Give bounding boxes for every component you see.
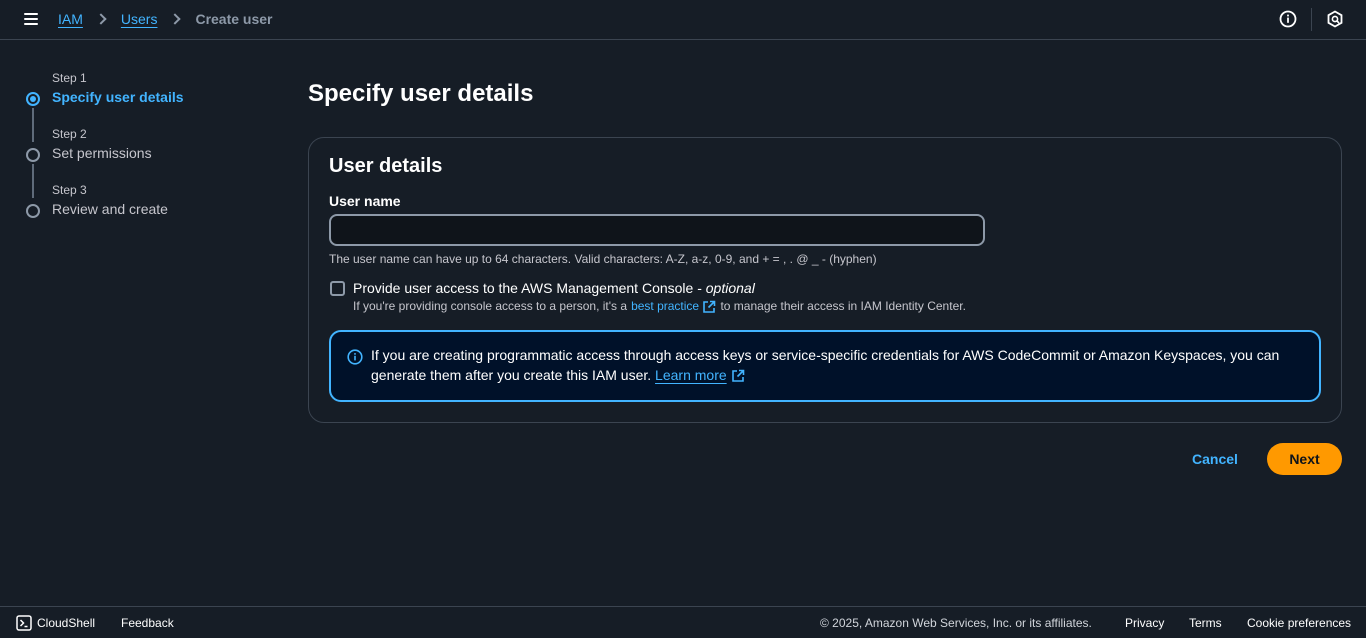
external-link-icon[interactable] [731, 369, 745, 383]
console-access-checkbox[interactable] [330, 281, 345, 296]
breadcrumb-users[interactable]: Users [121, 11, 158, 27]
optional-text: optional [705, 280, 755, 296]
top-navigation-bar: IAM Users Create user [0, 0, 1366, 40]
user-details-panel: User details User name The user name can… [308, 137, 1342, 423]
step-title[interactable]: Specify user details [52, 86, 184, 108]
step-title: Review and create [52, 201, 168, 217]
alert-message: If you are creating programmatic access … [371, 347, 1280, 383]
step-number: Step 1 [52, 71, 87, 85]
best-practice-link[interactable]: best practice [631, 299, 716, 314]
privacy-link[interactable]: Privacy [1125, 616, 1164, 630]
desc-after: to manage their access in IAM Identity C… [720, 299, 966, 314]
learn-more-link[interactable]: Learn more [655, 367, 727, 383]
step-indicator-icon [26, 148, 40, 162]
cloudshell-link[interactable]: CloudShell [37, 616, 95, 630]
breadcrumb-current: Create user [195, 11, 273, 27]
step-active-indicator-icon [26, 92, 40, 106]
step-number: Step 2 [52, 127, 87, 141]
footer: CloudShell Feedback © 2025, Amazon Web S… [0, 606, 1366, 638]
learn-more-text: Learn more [655, 367, 727, 383]
alert-text: If you are creating programmatic access … [371, 345, 1301, 385]
best-practice-link-text: best practice [631, 299, 700, 313]
copyright-text: © 2025, Amazon Web Services, Inc. or its… [820, 616, 1092, 630]
cancel-button[interactable]: Cancel [1182, 443, 1248, 475]
cookie-preferences-link[interactable]: Cookie preferences [1247, 616, 1351, 630]
feedback-link[interactable]: Feedback [121, 616, 174, 630]
username-hint: The user name can have up to 64 characte… [329, 252, 877, 266]
username-input[interactable] [329, 214, 985, 246]
notification-icon[interactable] [1326, 10, 1344, 28]
cloudshell-icon[interactable] [16, 615, 32, 631]
info-alert: If you are creating programmatic access … [329, 330, 1321, 402]
chevron-right-icon [169, 13, 182, 25]
page-title: Specify user details [308, 80, 534, 107]
step-3: Step 3 Review and create [24, 182, 184, 238]
wizard-steps: Step 1 Specify user details Step 2 Set p… [24, 70, 184, 238]
step-indicator-icon [26, 204, 40, 218]
console-access-label[interactable]: Provide user access to the AWS Managemen… [353, 280, 755, 296]
menu-icon[interactable] [24, 13, 38, 25]
top-divider [1311, 8, 1312, 31]
info-circle-icon[interactable] [1279, 10, 1297, 28]
step-1[interactable]: Step 1 Specify user details [24, 70, 184, 142]
chevron-right-icon [95, 13, 107, 25]
panel-title: User details [329, 155, 443, 177]
console-access-description: If you're providing console access to a … [353, 299, 966, 314]
desc-before: If you're providing console access to a … [353, 299, 628, 314]
step-2: Step 2 Set permissions [24, 126, 184, 198]
console-access-label-text: Provide user access to the AWS Managemen… [353, 280, 706, 296]
external-link-icon [703, 300, 716, 313]
terms-link[interactable]: Terms [1189, 616, 1222, 630]
username-label: User name [329, 193, 401, 209]
next-button[interactable]: Next [1267, 443, 1342, 475]
breadcrumb-iam[interactable]: IAM [58, 11, 83, 27]
info-circle-icon [347, 349, 363, 365]
step-number: Step 3 [52, 183, 87, 197]
breadcrumb: IAM Users Create user [58, 11, 273, 27]
step-title: Set permissions [52, 145, 152, 161]
